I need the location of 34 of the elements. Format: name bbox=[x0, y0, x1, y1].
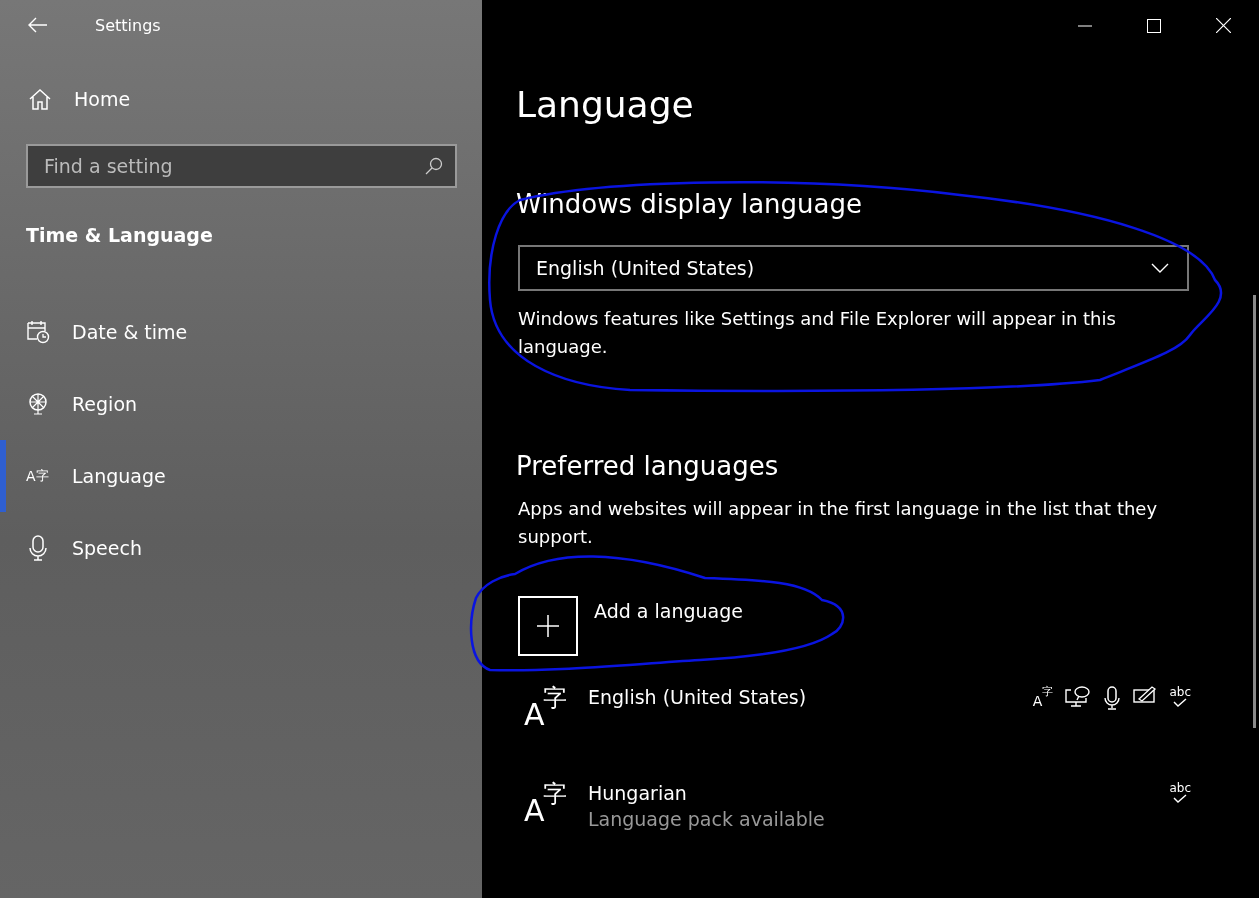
section-heading: Windows display language bbox=[516, 189, 863, 219]
nav-item[interactable]: Speech bbox=[0, 512, 482, 584]
window-title: Settings bbox=[95, 15, 161, 35]
description-text: Windows features like Settings and File Explorer will appear in this language. bbox=[518, 307, 1117, 359]
nav-item[interactable]: Region bbox=[0, 368, 482, 440]
maximize-icon[interactable] bbox=[1147, 18, 1161, 33]
nav-item[interactable]: Date & time bbox=[0, 296, 482, 368]
calendar-clock-icon bbox=[26, 320, 50, 344]
globe-icon bbox=[26, 392, 50, 416]
page-title: Language bbox=[516, 84, 695, 125]
home-icon bbox=[28, 88, 52, 110]
plus-icon bbox=[518, 596, 578, 656]
search-field[interactable]: Find a setting bbox=[26, 144, 457, 188]
back-arrow-icon[interactable] bbox=[28, 17, 48, 33]
language-dropdown[interactable]: English (United States) bbox=[518, 245, 1189, 291]
language-status: Language pack available bbox=[588, 808, 826, 830]
language-icon: A字 bbox=[26, 469, 50, 483]
nav-item[interactable]: A字 Language bbox=[0, 440, 482, 512]
microphone-icon bbox=[1103, 686, 1122, 710]
description-text: Apps and websites will appear in the first language in the list that they support. bbox=[518, 497, 1159, 549]
add-language-button[interactable]: Add a language bbox=[518, 596, 743, 656]
section-heading: Preferred languages bbox=[516, 451, 780, 481]
microphone-icon bbox=[26, 535, 50, 561]
home-nav-item[interactable]: Home bbox=[28, 84, 482, 114]
chevron-down-icon bbox=[1151, 263, 1169, 273]
minimize-icon[interactable] bbox=[1078, 24, 1092, 27]
language-name: English (United States) bbox=[588, 686, 808, 708]
language-name: Hungarian bbox=[588, 782, 688, 804]
search-icon bbox=[425, 157, 443, 175]
pen-tablet-icon bbox=[1133, 686, 1158, 704]
monitor-speech-bubble-icon bbox=[1065, 686, 1092, 708]
section-heading: Time & Language bbox=[26, 224, 214, 246]
close-icon[interactable] bbox=[1216, 18, 1231, 33]
scrollbar[interactable] bbox=[1253, 295, 1256, 728]
